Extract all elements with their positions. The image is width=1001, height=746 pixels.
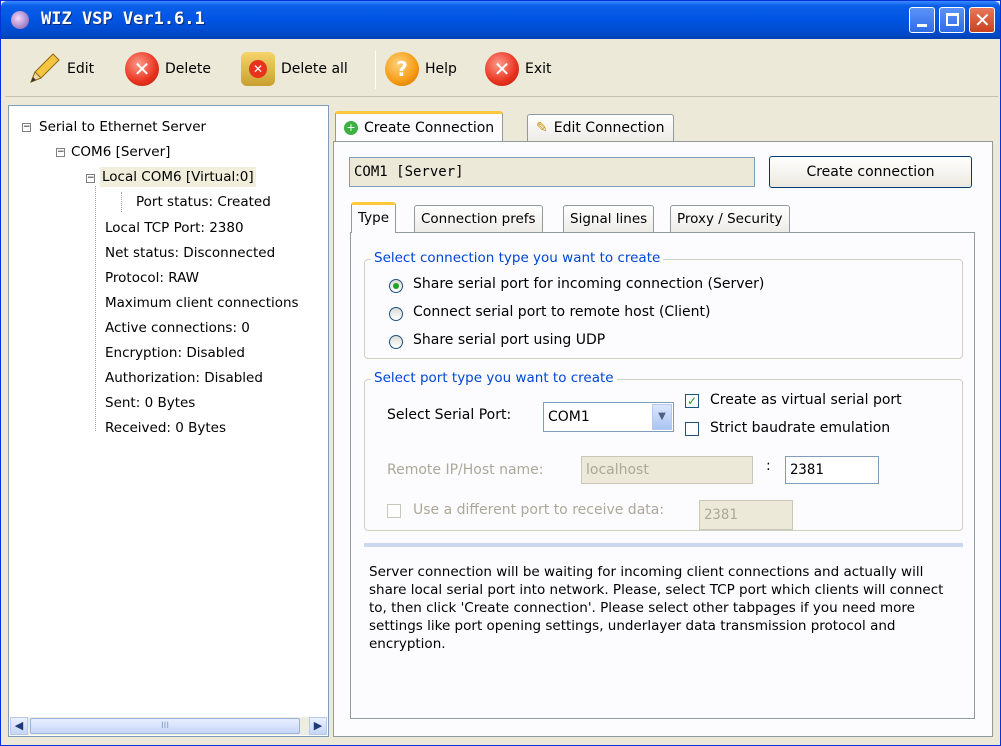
edit-button[interactable]: Edit	[27, 49, 94, 89]
radio-udp-label[interactable]: Share serial port using UDP	[413, 332, 605, 348]
tree-item[interactable]: Sent: 0 Bytes	[95, 393, 195, 413]
serial-port-label: Select Serial Port:	[387, 407, 512, 423]
inner-tab-type[interactable]: Type	[351, 202, 397, 233]
remote-host-label: Remote IP/Host name:	[387, 462, 544, 478]
delete-label: Delete	[165, 61, 211, 77]
collapse-server-icon[interactable]: −	[56, 148, 65, 157]
connection-type-legend: Select connection type you want to creat…	[371, 250, 664, 266]
colon-separator: :	[766, 458, 771, 474]
divider	[364, 543, 963, 547]
collapse-root-icon[interactable]: −	[22, 123, 31, 132]
strict-baudrate-label[interactable]: Strict baudrate emulation	[710, 420, 890, 436]
virtual-port-checkbox[interactable]: ✓	[685, 394, 699, 408]
different-port-checkbox[interactable]	[387, 504, 401, 518]
tab-create-label: Create Connection	[364, 119, 495, 136]
remote-host-input[interactable]: localhost	[581, 456, 753, 484]
delete-all-label: Delete all	[281, 61, 348, 77]
delete-all-icon: ✕	[241, 52, 275, 86]
tree-root[interactable]: Serial to Ethernet Server	[39, 117, 206, 137]
help-icon: ?	[385, 52, 419, 86]
app-window: WIZ VSP Ver1.6.1 ✕ Edit ✕ Delete ✕ Delet…	[0, 0, 1001, 746]
tab-edit-connection[interactable]: ✎ Edit Connection	[527, 114, 674, 141]
plus-icon: +	[344, 120, 358, 135]
serial-port-value: COM1	[548, 409, 590, 425]
different-port-label[interactable]: Use a different port to receive data:	[413, 502, 664, 518]
tree-item[interactable]: Net status: Disconnected	[95, 243, 275, 263]
tree-port-status[interactable]: Port status: Created	[121, 192, 271, 212]
inner-tab-proxy-security[interactable]: Proxy / Security	[670, 205, 790, 233]
chevron-down-icon[interactable]: ▼	[652, 404, 672, 430]
radio-client-label[interactable]: Connect serial port to remote host (Clie…	[413, 304, 710, 320]
radio-server-label[interactable]: Share serial port for incoming connectio…	[413, 276, 764, 292]
pencil-icon	[27, 52, 61, 86]
scroll-thumb[interactable]: III	[30, 718, 300, 734]
tree-item[interactable]: Active connections: 0	[95, 318, 250, 338]
serial-port-select[interactable]: COM1 ▼	[543, 402, 674, 432]
different-port-input[interactable]: 2381	[699, 500, 793, 530]
tree-item[interactable]: Authorization: Disabled	[95, 368, 263, 388]
toolbar: Edit ✕ Delete ✕ Delete all ? Help ✕ Exit	[5, 41, 998, 97]
tree-local-selected[interactable]: Local COM6 [Virtual:0]	[100, 167, 256, 187]
tab-edit-label: Edit Connection	[553, 120, 665, 136]
radio-server[interactable]	[389, 279, 403, 293]
inner-tab-signal-lines[interactable]: Signal lines	[563, 205, 655, 233]
toolbar-separator	[375, 51, 376, 89]
description-text: Server connection will be waiting for in…	[369, 564, 944, 652]
port-type-group: Select port type you want to create Sele…	[364, 370, 963, 531]
scroll-left-button[interactable]: ◀	[10, 717, 28, 735]
virtual-port-label[interactable]: Create as virtual serial port	[710, 392, 902, 408]
tree-server[interactable]: COM6 [Server]	[71, 142, 170, 162]
help-label: Help	[425, 61, 457, 77]
edit-label: Edit	[67, 61, 95, 77]
port-type-legend: Select port type you want to create	[371, 370, 617, 386]
connection-name-field: COM1 [Server]	[349, 157, 755, 187]
close-button[interactable]: ✕	[969, 7, 995, 33]
radio-udp[interactable]	[389, 335, 403, 349]
tree-item[interactable]: Encryption: Disabled	[95, 343, 245, 363]
window-title: WIZ VSP Ver1.6.1	[41, 9, 205, 29]
maximize-button[interactable]	[939, 7, 965, 33]
minimize-button[interactable]	[909, 7, 935, 33]
pencil-icon: ✎	[536, 120, 548, 136]
scroll-right-button[interactable]: ▶	[309, 717, 327, 735]
connection-tree[interactable]: − Serial to Ethernet Server − COM6 [Serv…	[8, 105, 329, 737]
close-icon: ✕	[974, 8, 991, 32]
tree-item[interactable]: Maximum client connections	[95, 293, 323, 313]
delete-icon: ✕	[125, 52, 159, 86]
type-panel: Select connection type you want to creat…	[350, 232, 975, 719]
exit-button[interactable]: ✕ Exit	[485, 49, 552, 89]
remote-port-input[interactable]: 2381	[785, 456, 879, 484]
tree-line	[95, 186, 96, 431]
delete-button[interactable]: ✕ Delete	[125, 49, 211, 89]
exit-label: Exit	[525, 61, 552, 77]
help-button[interactable]: ? Help	[385, 49, 457, 89]
title-bar[interactable]: WIZ VSP Ver1.6.1 ✕	[1, 1, 1000, 39]
tree-horizontal-scrollbar[interactable]: ◀ III ▶	[10, 717, 327, 735]
create-connection-button[interactable]: Create connection	[769, 156, 972, 188]
inner-tab-connection-prefs[interactable]: Connection prefs	[414, 205, 543, 233]
tree-item[interactable]: Protocol: RAW	[95, 268, 199, 288]
tree-item[interactable]: Local TCP Port: 2380	[95, 218, 244, 238]
radio-client[interactable]	[389, 307, 403, 321]
tree-item[interactable]: Received: 0 Bytes	[95, 418, 226, 438]
exit-icon: ✕	[485, 52, 519, 86]
tab-create-connection[interactable]: + Create Connection	[335, 111, 504, 141]
app-icon	[11, 11, 29, 29]
strict-baudrate-checkbox[interactable]	[685, 422, 699, 436]
delete-all-button[interactable]: ✕ Delete all	[241, 49, 348, 89]
connection-type-group: Select connection type you want to creat…	[364, 250, 963, 359]
collapse-local-icon[interactable]: −	[86, 174, 95, 183]
